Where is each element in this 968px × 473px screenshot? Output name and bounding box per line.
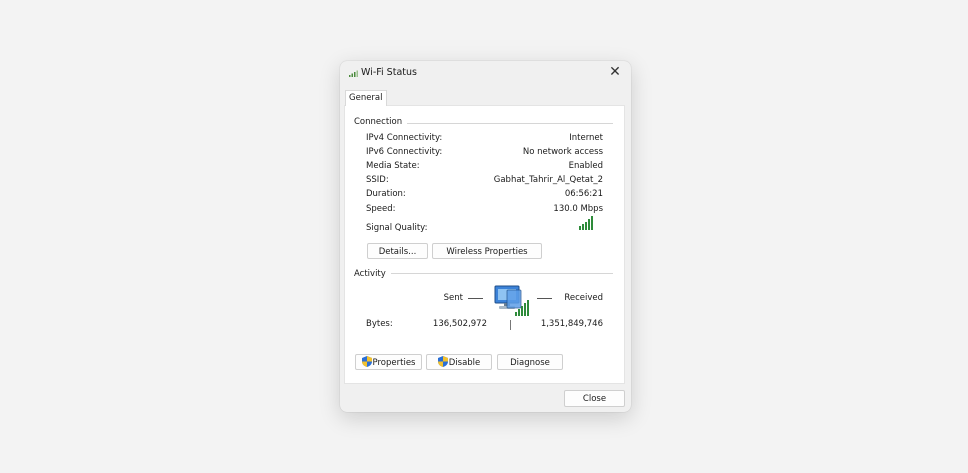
title-bar[interactable]: Wi-Fi Status ✕ [340,61,631,85]
disable-button[interactable]: Disable [426,354,492,370]
duration-label: Duration: [366,189,406,199]
ipv6-label: IPv6 Connectivity: [366,147,443,157]
general-panel: Connection IPv4 Connectivity: Internet I… [344,105,625,384]
network-computer-icon [494,285,529,316]
close-button[interactable]: Close [564,390,625,407]
admin-shield-icon [361,356,372,367]
media-state-value: Enabled [568,161,603,171]
signal-bars-icon [579,216,593,230]
bytes-separator [510,320,511,330]
speed-label: Speed: [366,204,396,214]
ipv4-value: Internet [569,133,603,143]
ssid-label: SSID: [366,175,389,185]
bytes-received-value: 1,351,849,746 [540,319,603,329]
duration-value: 06:56:21 [564,189,603,199]
disable-label: Disable [448,358,481,368]
connection-heading: Connection [354,117,408,127]
diagnose-button[interactable]: Diagnose [497,354,563,370]
speed-value: 130.0 Mbps [553,204,603,214]
ipv4-label: IPv4 Connectivity: [366,133,443,143]
bytes-sent-value: 136,502,972 [432,319,487,329]
signal-quality-label: Signal Quality: [366,223,428,233]
properties-label: Properties [372,358,416,368]
activity-heading: Activity [354,269,391,279]
bytes-label: Bytes: [366,319,393,329]
received-label: Received [564,293,603,303]
ipv6-value: No network access [522,147,603,157]
wifi-status-dialog: Wi-Fi Status ✕ General Connection IPv4 C… [340,61,631,412]
ssid-value: Gabhat_Tahrir_Al_Qetat_2 [493,175,603,185]
window-title: Wi-Fi Status [361,67,417,78]
sent-label: Sent [443,293,463,303]
activity-divider [355,273,613,274]
media-state-label: Media State: [366,161,420,171]
wireless-properties-button[interactable]: Wireless Properties [432,243,542,259]
details-button[interactable]: Details... [367,243,428,259]
received-line [537,298,552,299]
admin-shield-icon [437,356,448,367]
properties-button[interactable]: Properties [355,354,422,370]
tab-general[interactable]: General [345,90,387,106]
close-window-button[interactable]: ✕ [607,64,623,80]
sent-line [468,298,483,299]
wifi-signal-icon [349,70,358,77]
